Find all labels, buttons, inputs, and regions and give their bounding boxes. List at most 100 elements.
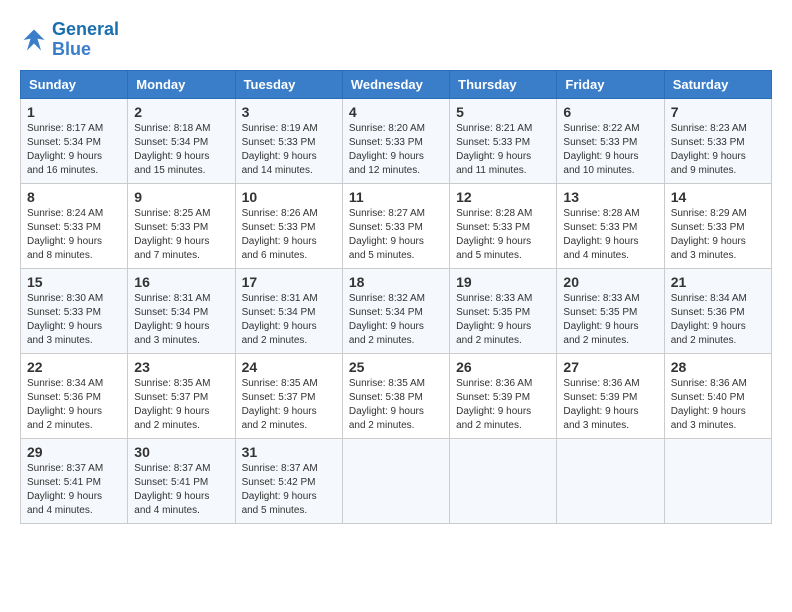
- day-number: 11: [349, 189, 443, 205]
- day-info: Sunrise: 8:32 AMSunset: 5:34 PMDaylight:…: [349, 292, 443, 348]
- calendar-cell: 25 Sunrise: 8:35 AMSunset: 5:38 PMDayligh…: [342, 353, 449, 438]
- calendar-cell: 30 Sunrise: 8:37 AMSunset: 5:41 PMDayligh…: [128, 438, 235, 523]
- calendar-cell: 20 Sunrise: 8:33 AMSunset: 5:35 PMDayligh…: [557, 268, 664, 353]
- day-info: Sunrise: 8:35 AMSunset: 5:37 PMDaylight:…: [134, 377, 228, 433]
- calendar-cell: 29 Sunrise: 8:37 AMSunset: 5:41 PMDayligh…: [21, 438, 128, 523]
- day-number: 6: [563, 104, 657, 120]
- day-info: Sunrise: 8:36 AMSunset: 5:39 PMDaylight:…: [456, 377, 550, 433]
- calendar-cell: 8 Sunrise: 8:24 AMSunset: 5:33 PMDaylight…: [21, 183, 128, 268]
- column-header-friday: Friday: [557, 70, 664, 98]
- day-number: 20: [563, 274, 657, 290]
- day-number: 16: [134, 274, 228, 290]
- day-info: Sunrise: 8:21 AMSunset: 5:33 PMDaylight:…: [456, 122, 550, 178]
- day-info: Sunrise: 8:26 AMSunset: 5:33 PMDaylight:…: [242, 207, 336, 263]
- calendar-cell: [557, 438, 664, 523]
- calendar-cell: 17Sunrise: 8:31 AMSunset: 5:34 PMDayligh…: [235, 268, 342, 353]
- calendar-week-3: 15 Sunrise: 8:30 AMSunset: 5:33 PMDayligh…: [21, 268, 772, 353]
- day-number: 4: [349, 104, 443, 120]
- day-number: 7: [671, 104, 765, 120]
- day-info: Sunrise: 8:25 AMSunset: 5:33 PMDaylight:…: [134, 207, 228, 263]
- calendar-cell: 14Sunrise: 8:29 AMSunset: 5:33 PMDayligh…: [664, 183, 771, 268]
- day-number: 28: [671, 359, 765, 375]
- column-header-sunday: Sunday: [21, 70, 128, 98]
- calendar-cell: 18 Sunrise: 8:32 AMSunset: 5:34 PMDayligh…: [342, 268, 449, 353]
- day-number: 2: [134, 104, 228, 120]
- calendar-week-1: 1 Sunrise: 8:17 AMSunset: 5:34 PMDaylight…: [21, 98, 772, 183]
- day-info: Sunrise: 8:36 AMSunset: 5:40 PMDaylight:…: [671, 377, 765, 433]
- day-number: 15: [27, 274, 121, 290]
- day-info: Sunrise: 8:24 AMSunset: 5:33 PMDaylight:…: [27, 207, 121, 263]
- calendar-cell: 23 Sunrise: 8:35 AMSunset: 5:37 PMDayligh…: [128, 353, 235, 438]
- day-info: Sunrise: 8:31 AMSunset: 5:34 PMDaylight:…: [134, 292, 228, 348]
- day-number: 26: [456, 359, 550, 375]
- calendar-cell: 3 Sunrise: 8:19 AMSunset: 5:33 PMDaylight…: [235, 98, 342, 183]
- day-number: 30: [134, 444, 228, 460]
- calendar-week-5: 29 Sunrise: 8:37 AMSunset: 5:41 PMDayligh…: [21, 438, 772, 523]
- calendar-week-4: 22Sunrise: 8:34 AMSunset: 5:36 PMDayligh…: [21, 353, 772, 438]
- calendar-cell: 21 Sunrise: 8:34 AMSunset: 5:36 PMDayligh…: [664, 268, 771, 353]
- logo-text: General Blue: [52, 20, 119, 60]
- column-header-wednesday: Wednesday: [342, 70, 449, 98]
- day-info: Sunrise: 8:35 AMSunset: 5:38 PMDaylight:…: [349, 377, 443, 433]
- day-number: 10: [242, 189, 336, 205]
- day-info: Sunrise: 8:22 AMSunset: 5:33 PMDaylight:…: [563, 122, 657, 178]
- day-info: Sunrise: 8:29 AMSunset: 5:33 PMDaylight:…: [671, 207, 765, 263]
- logo: General Blue: [20, 20, 119, 60]
- calendar-cell: 15 Sunrise: 8:30 AMSunset: 5:33 PMDayligh…: [21, 268, 128, 353]
- calendar-cell: 7 Sunrise: 8:23 AMSunset: 5:33 PMDaylight…: [664, 98, 771, 183]
- day-number: 22: [27, 359, 121, 375]
- day-info: Sunrise: 8:17 AMSunset: 5:34 PMDaylight:…: [27, 122, 121, 178]
- day-info: Sunrise: 8:37 AMSunset: 5:41 PMDaylight:…: [134, 462, 228, 518]
- day-info: Sunrise: 8:33 AMSunset: 5:35 PMDaylight:…: [563, 292, 657, 348]
- calendar-cell: 12Sunrise: 8:28 AMSunset: 5:33 PMDayligh…: [450, 183, 557, 268]
- calendar-cell: [450, 438, 557, 523]
- day-number: 29: [27, 444, 121, 460]
- day-number: 3: [242, 104, 336, 120]
- day-info: Sunrise: 8:28 AMSunset: 5:33 PMDaylight:…: [563, 207, 657, 263]
- day-number: 23: [134, 359, 228, 375]
- calendar-cell: 5 Sunrise: 8:21 AMSunset: 5:33 PMDaylight…: [450, 98, 557, 183]
- calendar-cell: 28 Sunrise: 8:36 AMSunset: 5:40 PMDayligh…: [664, 353, 771, 438]
- day-info: Sunrise: 8:27 AMSunset: 5:33 PMDaylight:…: [349, 207, 443, 263]
- day-number: 19: [456, 274, 550, 290]
- calendar-cell: 6 Sunrise: 8:22 AMSunset: 5:33 PMDaylight…: [557, 98, 664, 183]
- day-info: Sunrise: 8:35 AMSunset: 5:37 PMDaylight:…: [242, 377, 336, 433]
- day-number: 1: [27, 104, 121, 120]
- day-info: Sunrise: 8:18 AMSunset: 5:34 PMDaylight:…: [134, 122, 228, 178]
- day-number: 17: [242, 274, 336, 290]
- day-info: Sunrise: 8:30 AMSunset: 5:33 PMDaylight:…: [27, 292, 121, 348]
- calendar-cell: 16 Sunrise: 8:31 AMSunset: 5:34 PMDayligh…: [128, 268, 235, 353]
- day-number: 27: [563, 359, 657, 375]
- day-info: Sunrise: 8:33 AMSunset: 5:35 PMDaylight:…: [456, 292, 550, 348]
- calendar-cell: 13 Sunrise: 8:28 AMSunset: 5:33 PMDayligh…: [557, 183, 664, 268]
- calendar-cell: 22Sunrise: 8:34 AMSunset: 5:36 PMDayligh…: [21, 353, 128, 438]
- day-info: Sunrise: 8:19 AMSunset: 5:33 PMDaylight:…: [242, 122, 336, 178]
- calendar-cell: 4Sunrise: 8:20 AMSunset: 5:33 PMDaylight…: [342, 98, 449, 183]
- day-number: 18: [349, 274, 443, 290]
- calendar-cell: 19 Sunrise: 8:33 AMSunset: 5:35 PMDayligh…: [450, 268, 557, 353]
- column-header-thursday: Thursday: [450, 70, 557, 98]
- day-info: Sunrise: 8:23 AMSunset: 5:33 PMDaylight:…: [671, 122, 765, 178]
- day-info: Sunrise: 8:37 AMSunset: 5:41 PMDaylight:…: [27, 462, 121, 518]
- column-header-saturday: Saturday: [664, 70, 771, 98]
- logo-icon: [20, 26, 48, 54]
- day-number: 31: [242, 444, 336, 460]
- day-number: 25: [349, 359, 443, 375]
- calendar-cell: 2 Sunrise: 8:18 AMSunset: 5:34 PMDaylight…: [128, 98, 235, 183]
- day-number: 9: [134, 189, 228, 205]
- calendar-cell: 1 Sunrise: 8:17 AMSunset: 5:34 PMDaylight…: [21, 98, 128, 183]
- day-number: 5: [456, 104, 550, 120]
- column-header-tuesday: Tuesday: [235, 70, 342, 98]
- day-info: Sunrise: 8:34 AMSunset: 5:36 PMDaylight:…: [671, 292, 765, 348]
- calendar-cell: 10 Sunrise: 8:26 AMSunset: 5:33 PMDayligh…: [235, 183, 342, 268]
- day-info: Sunrise: 8:37 AMSunset: 5:42 PMDaylight:…: [242, 462, 336, 518]
- day-info: Sunrise: 8:36 AMSunset: 5:39 PMDaylight:…: [563, 377, 657, 433]
- day-number: 8: [27, 189, 121, 205]
- calendar-table: SundayMondayTuesdayWednesdayThursdayFrid…: [20, 70, 772, 524]
- day-number: 13: [563, 189, 657, 205]
- calendar-cell: 27 Sunrise: 8:36 AMSunset: 5:39 PMDayligh…: [557, 353, 664, 438]
- day-number: 21: [671, 274, 765, 290]
- day-number: 24: [242, 359, 336, 375]
- calendar-cell: 24 Sunrise: 8:35 AMSunset: 5:37 PMDayligh…: [235, 353, 342, 438]
- calendar-cell: 31 Sunrise: 8:37 AMSunset: 5:42 PMDayligh…: [235, 438, 342, 523]
